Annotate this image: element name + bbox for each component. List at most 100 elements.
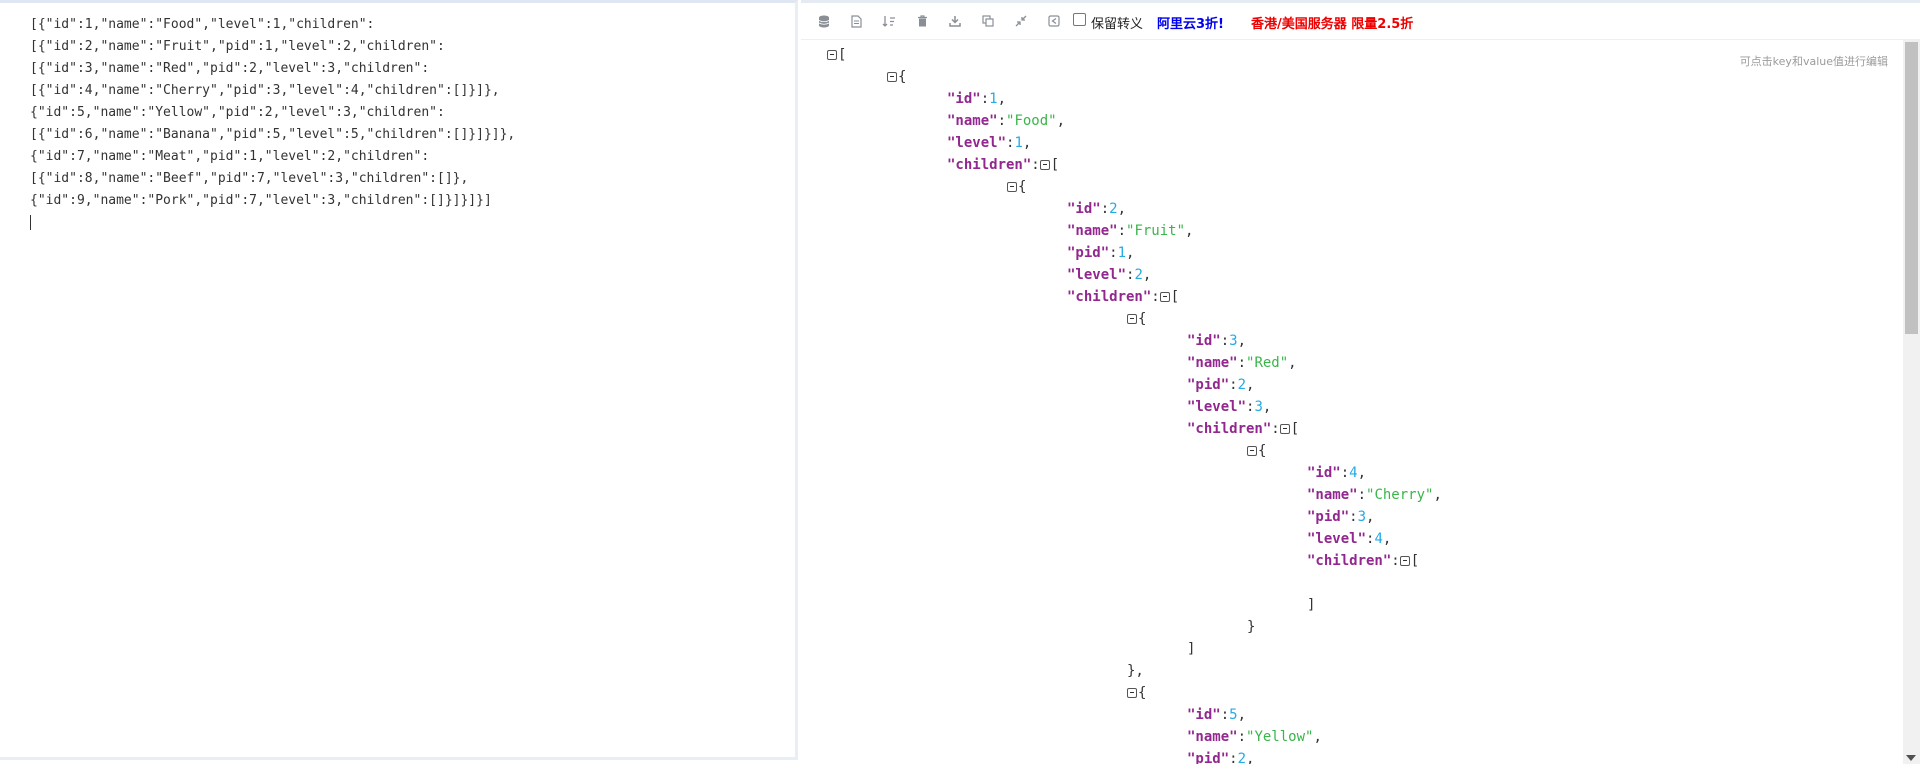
json-key[interactable]: "children" <box>1307 553 1391 569</box>
bracket: [ <box>1170 289 1180 305</box>
colon: : <box>1031 157 1040 173</box>
json-value[interactable]: "Red" <box>1246 355 1288 371</box>
json-value[interactable]: 4 <box>1349 465 1357 481</box>
json-tree-line: [ <box>827 44 846 66</box>
json-tree-line: } <box>1247 616 1255 638</box>
json-key[interactable]: "level" <box>1187 399 1246 415</box>
json-value[interactable]: 1 <box>1118 245 1126 261</box>
json-tree-line: "level":4, <box>1307 528 1391 550</box>
collapse-toggle-icon[interactable] <box>887 72 897 82</box>
json-value[interactable]: 4 <box>1374 531 1382 547</box>
colon: : <box>1151 289 1160 305</box>
scrollbar[interactable] <box>1903 40 1920 764</box>
colon: : <box>1229 377 1238 393</box>
comma: , <box>997 91 1007 107</box>
json-value[interactable]: 2 <box>1238 377 1246 393</box>
json-value[interactable]: "Fruit" <box>1126 223 1185 239</box>
json-key[interactable]: "name" <box>1307 487 1358 503</box>
json-key[interactable]: "level" <box>1307 531 1366 547</box>
json-key[interactable]: "id" <box>1187 707 1221 723</box>
json-key[interactable]: "name" <box>1187 355 1238 371</box>
scroll-down-arrow-icon[interactable] <box>1906 755 1916 761</box>
comma: , <box>1433 487 1442 503</box>
collapse-toggle-icon[interactable] <box>1127 314 1137 324</box>
raw-json-line: [{"id":8,"name":"Beef","pid":7,"level":3… <box>30 171 469 186</box>
json-tree-line: ] <box>1307 594 1315 616</box>
json-key[interactable]: "id" <box>1067 201 1101 217</box>
colon: : <box>1117 223 1127 239</box>
json-value[interactable]: 3 <box>1254 399 1262 415</box>
copy-icon[interactable] <box>978 11 998 31</box>
json-tree-line: "pid":2, <box>1187 374 1254 396</box>
json-tree-line: { <box>1007 176 1026 198</box>
document-icon[interactable] <box>846 11 866 31</box>
json-key[interactable]: "pid" <box>1067 245 1109 261</box>
json-tree-line: { <box>1127 682 1146 704</box>
raw-json-input-pane[interactable]: [{"id":1,"name":"Food","level":1,"childr… <box>0 0 798 760</box>
raw-json-line: [{"id":2,"name":"Fruit","pid":1,"level":… <box>30 39 445 54</box>
json-tree-line: "id":1, <box>947 88 1006 110</box>
json-key[interactable]: "level" <box>947 135 1006 151</box>
json-key[interactable]: "level" <box>1067 267 1126 283</box>
compress-icon[interactable] <box>1011 11 1031 31</box>
json-tree-line: "level":1, <box>947 132 1031 154</box>
sort-icon[interactable] <box>879 11 899 31</box>
server-promo-link[interactable]: 香港/美国服务器 限量2.5折 <box>1251 13 1413 32</box>
scrollbar-thumb[interactable] <box>1905 42 1918 334</box>
collapse-toggle-icon[interactable] <box>827 50 837 60</box>
colon: : <box>1349 509 1358 525</box>
json-key[interactable]: "name" <box>1067 223 1118 239</box>
download-icon[interactable] <box>945 11 965 31</box>
json-value[interactable]: 3 <box>1358 509 1366 525</box>
json-value[interactable]: 1 <box>1014 135 1022 151</box>
json-key[interactable]: "id" <box>1307 465 1341 481</box>
collapse-toggle-icon[interactable] <box>1159 292 1170 302</box>
comma: , <box>1237 333 1247 349</box>
json-key[interactable]: "pid" <box>1187 377 1229 393</box>
json-value[interactable]: "Food" <box>1006 113 1057 129</box>
keep-escape-label: 保留转义 <box>1091 17 1144 32</box>
json-value[interactable]: "Yellow" <box>1246 729 1313 745</box>
collapse-toggle-icon[interactable] <box>1007 182 1017 192</box>
collapse-toggle-icon[interactable] <box>1247 446 1257 456</box>
json-value[interactable]: 1 <box>989 91 997 107</box>
json-value[interactable]: 2 <box>1109 201 1117 217</box>
keep-escape-checkbox[interactable] <box>1073 13 1086 26</box>
formatted-json-pane: 保留转义 阿里云3折! 香港/美国服务器 限量2.5折 可点击key和value… <box>801 0 1920 764</box>
comma: , <box>1357 465 1367 481</box>
database-icon[interactable] <box>814 11 834 31</box>
toolbar: 保留转义 阿里云3折! 香港/美国服务器 限量2.5折 <box>801 0 1920 40</box>
json-value[interactable]: 2 <box>1134 267 1142 283</box>
json-key[interactable]: "pid" <box>1187 751 1229 764</box>
collapse-toggle-icon[interactable] <box>1039 160 1050 170</box>
colon: : <box>1340 465 1350 481</box>
raw-json-text[interactable]: [{"id":1,"name":"Food","level":1,"childr… <box>30 14 515 234</box>
json-key[interactable]: "children" <box>1187 421 1271 437</box>
colon: : <box>1237 355 1247 371</box>
colon: : <box>1100 201 1110 217</box>
json-key[interactable]: "id" <box>1187 333 1221 349</box>
json-value[interactable]: "Cherry" <box>1366 487 1433 503</box>
json-key[interactable]: "pid" <box>1307 509 1349 525</box>
aliyun-promo-link[interactable]: 阿里云3折! <box>1157 13 1224 32</box>
json-key[interactable]: "name" <box>947 113 998 129</box>
json-key[interactable]: "children" <box>947 157 1031 173</box>
colon: : <box>1391 553 1400 569</box>
collapse-toggle-icon[interactable] <box>1279 424 1290 434</box>
json-tree-line: "children": [ <box>1307 550 1419 572</box>
json-value[interactable]: 5 <box>1229 707 1237 723</box>
trash-icon[interactable] <box>912 11 932 31</box>
json-value[interactable]: 2 <box>1238 751 1246 764</box>
collapse-toggle-icon[interactable] <box>1399 556 1410 566</box>
comma: , <box>1237 707 1247 723</box>
colon: : <box>997 113 1007 129</box>
json-key[interactable]: "id" <box>947 91 981 107</box>
json-key[interactable]: "children" <box>1067 289 1151 305</box>
json-key[interactable]: "name" <box>1187 729 1238 745</box>
comma: , <box>1366 509 1375 525</box>
collapse-toggle-icon[interactable] <box>1127 688 1137 698</box>
json-value[interactable]: 3 <box>1229 333 1237 349</box>
json-tree-line: ] <box>1187 638 1195 660</box>
colon: : <box>1220 707 1230 723</box>
share-icon[interactable] <box>1044 11 1064 31</box>
